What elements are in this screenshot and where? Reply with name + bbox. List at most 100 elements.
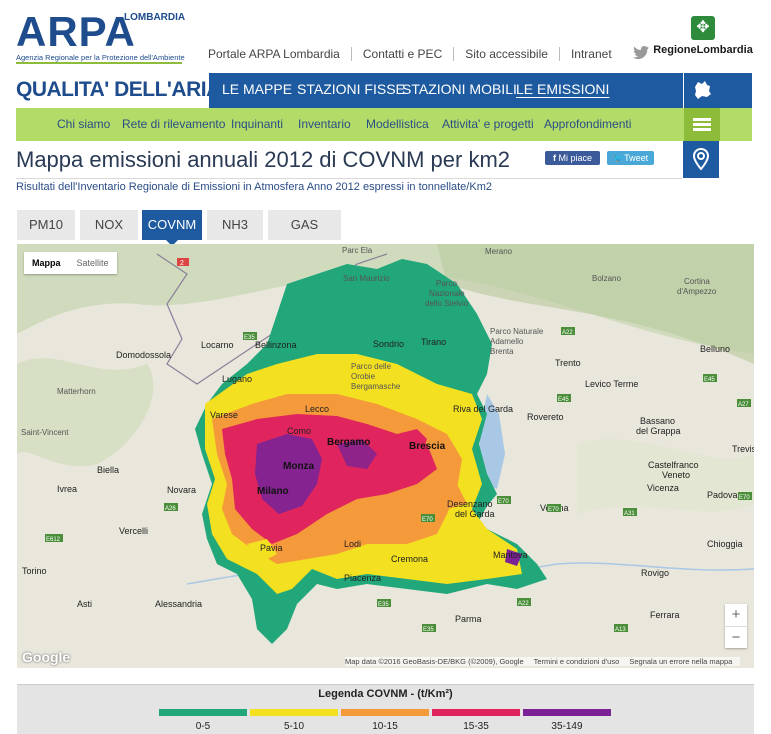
regione-lombardia-logo[interactable]: ✥ RegioneLombardia: [648, 16, 758, 60]
twitter-icon[interactable]: [623, 46, 649, 62]
subnav-modellistica[interactable]: Modellistica: [366, 108, 429, 141]
svg-text:San Maurizio: San Maurizio: [343, 274, 390, 283]
svg-text:Parc Ela: Parc Ela: [342, 246, 373, 255]
legend-label: 35-149: [551, 721, 583, 732]
subnav-approfondimenti[interactable]: Approfondimenti: [544, 108, 631, 141]
svg-text:Padova: Padova: [707, 490, 738, 500]
nav-le-mappe[interactable]: LE MAPPE: [222, 73, 292, 108]
tab-nh3[interactable]: NH3: [207, 210, 263, 240]
svg-text:Chioggia: Chioggia: [707, 539, 743, 549]
svg-text:Veneto: Veneto: [662, 470, 690, 480]
svg-text:A27: A27: [738, 402, 749, 408]
svg-text:Vercelli: Vercelli: [119, 526, 148, 536]
svg-text:Biella: Biella: [97, 465, 119, 475]
svg-text:del Garda: del Garda: [455, 509, 495, 519]
svg-text:Desenzano: Desenzano: [447, 499, 493, 509]
svg-text:Levico Terme: Levico Terme: [585, 379, 638, 389]
lombardia-map-icon[interactable]: [683, 73, 720, 108]
subnav-inventario[interactable]: Inventario: [298, 108, 351, 141]
svg-text:Adamello: Adamello: [490, 337, 524, 346]
svg-text:d'Ampezzo: d'Ampezzo: [677, 287, 717, 296]
svg-text:Cortina: Cortina: [684, 277, 710, 286]
legend: Legenda COVNM - (t/Km²) 0-5 5-10 10-15 1…: [17, 684, 754, 734]
zoom-in-button[interactable]: +: [725, 604, 747, 627]
hamburger-menu-icon[interactable]: [684, 108, 720, 141]
main-nav: LE MAPPE STAZIONI FISSE STAZIONI MOBILI …: [209, 73, 752, 108]
svg-text:Novara: Novara: [167, 485, 196, 495]
svg-text:Lodi: Lodi: [344, 539, 361, 549]
legend-label: 10-15: [372, 721, 398, 732]
svg-text:E35: E35: [378, 602, 389, 608]
page-subtitle: Risultati dell'Inventario Regionale di E…: [16, 181, 492, 193]
legend-swatch: [523, 709, 611, 716]
nav-stazioni-fisse[interactable]: STAZIONI FISSE: [297, 73, 405, 108]
svg-text:Brescia: Brescia: [409, 441, 446, 452]
tab-covnm[interactable]: COVNM: [142, 210, 202, 246]
svg-text:Castelfranco: Castelfranco: [648, 460, 699, 470]
svg-text:Bolzano: Bolzano: [592, 274, 621, 283]
svg-text:A22: A22: [518, 601, 529, 607]
svg-text:Treviso: Treviso: [732, 444, 754, 454]
terms-link[interactable]: Termini e condizioni d'uso: [534, 657, 620, 666]
svg-text:Belluno: Belluno: [700, 344, 730, 354]
svg-text:Bassano: Bassano: [640, 416, 675, 426]
twitter-bird-icon: 🐦: [612, 153, 625, 163]
zoom-out-button[interactable]: −: [725, 627, 747, 649]
tab-pm10[interactable]: PM10: [17, 210, 75, 240]
top-links: Portale ARPA Lombardia Contatti e PEC Si…: [208, 45, 649, 63]
facebook-like-button[interactable]: f Mi piace: [545, 151, 600, 165]
subnav-chi-siamo[interactable]: Chi siamo: [57, 108, 110, 141]
map-type-map-button[interactable]: Mappa: [24, 252, 69, 274]
svg-text:Brenta: Brenta: [490, 347, 514, 356]
svg-text:Ivrea: Ivrea: [57, 484, 77, 494]
svg-text:E45: E45: [704, 377, 715, 383]
svg-text:Cremona: Cremona: [391, 554, 428, 564]
svg-text:Rovereto: Rovereto: [527, 412, 564, 422]
svg-text:Bergamo: Bergamo: [327, 437, 370, 448]
subnav-attivita[interactable]: Attivita' e progetti: [442, 108, 534, 141]
top-link-portale[interactable]: Portale ARPA Lombardia: [208, 47, 352, 61]
subnav-inquinanti[interactable]: Inquinanti: [231, 108, 283, 141]
legend-title: Legenda COVNM - (t/Km²): [318, 688, 453, 700]
top-link-contatti[interactable]: Contatti e PEC: [352, 47, 455, 61]
svg-text:2: 2: [180, 260, 184, 267]
nav-le-emissioni[interactable]: LE EMISSIONI: [516, 73, 609, 108]
tab-gas-serra[interactable]: GAS SERRA: [268, 210, 341, 262]
nav-stazioni-mobili[interactable]: STAZIONI MOBILI: [402, 73, 517, 108]
svg-text:E35: E35: [423, 627, 434, 633]
map-type-control: Mappa Satellite: [24, 252, 117, 274]
svg-text:Tirano: Tirano: [421, 337, 446, 347]
svg-text:del Grappa: del Grappa: [636, 426, 681, 436]
svg-text:Matterhorn: Matterhorn: [57, 387, 96, 396]
legend-label: 15-35: [463, 721, 489, 732]
legend-label: 0-5: [195, 721, 211, 732]
top-link-intranet[interactable]: Intranet: [560, 47, 623, 61]
svg-text:Ferrara: Ferrara: [650, 610, 680, 620]
svg-text:Parco Naturale: Parco Naturale: [490, 327, 544, 336]
section-title[interactable]: QUALITA' DELL'ARIA: [16, 78, 221, 102]
logo-subtitle: Agenzia Regionale per la Protezione dell…: [16, 53, 185, 62]
legend-label: 5-10: [283, 721, 304, 732]
svg-text:Alessandria: Alessandria: [155, 599, 202, 609]
tweet-button[interactable]: 🐦Tweet: [607, 151, 654, 165]
legend-swatch: [159, 709, 247, 716]
svg-text:A31: A31: [624, 511, 635, 517]
top-link-accessibile[interactable]: Sito accessibile: [454, 47, 560, 61]
svg-text:E70: E70: [422, 517, 433, 523]
svg-text:Milano: Milano: [257, 486, 289, 497]
report-error-link[interactable]: Segnala un errore nella mappa: [629, 657, 732, 666]
location-pin-icon[interactable]: [683, 141, 719, 178]
google-logo[interactable]: Google: [22, 649, 70, 665]
svg-text:Parco delle: Parco delle: [351, 362, 392, 371]
svg-text:Riva del Garda: Riva del Garda: [453, 404, 513, 414]
page-title: Mappa emissioni annuali 2012 di COVNM pe…: [16, 147, 511, 172]
emissions-map[interactable]: Bolzano Cortina d'Ampezzo Merano San Mau…: [17, 244, 754, 668]
tab-nox[interactable]: NOX: [80, 210, 138, 240]
map-type-satellite-button[interactable]: Satellite: [69, 252, 117, 274]
arpa-logo[interactable]: ARPA LOMBARDIA Agenzia Regionale per la …: [16, 8, 186, 66]
sub-nav: Chi siamo Rete di rilevamento Inquinanti…: [16, 108, 752, 141]
svg-text:Merano: Merano: [485, 247, 513, 256]
svg-text:E45: E45: [558, 397, 569, 403]
subnav-rete[interactable]: Rete di rilevamento: [122, 108, 225, 141]
svg-text:Piacenza: Piacenza: [344, 573, 381, 583]
